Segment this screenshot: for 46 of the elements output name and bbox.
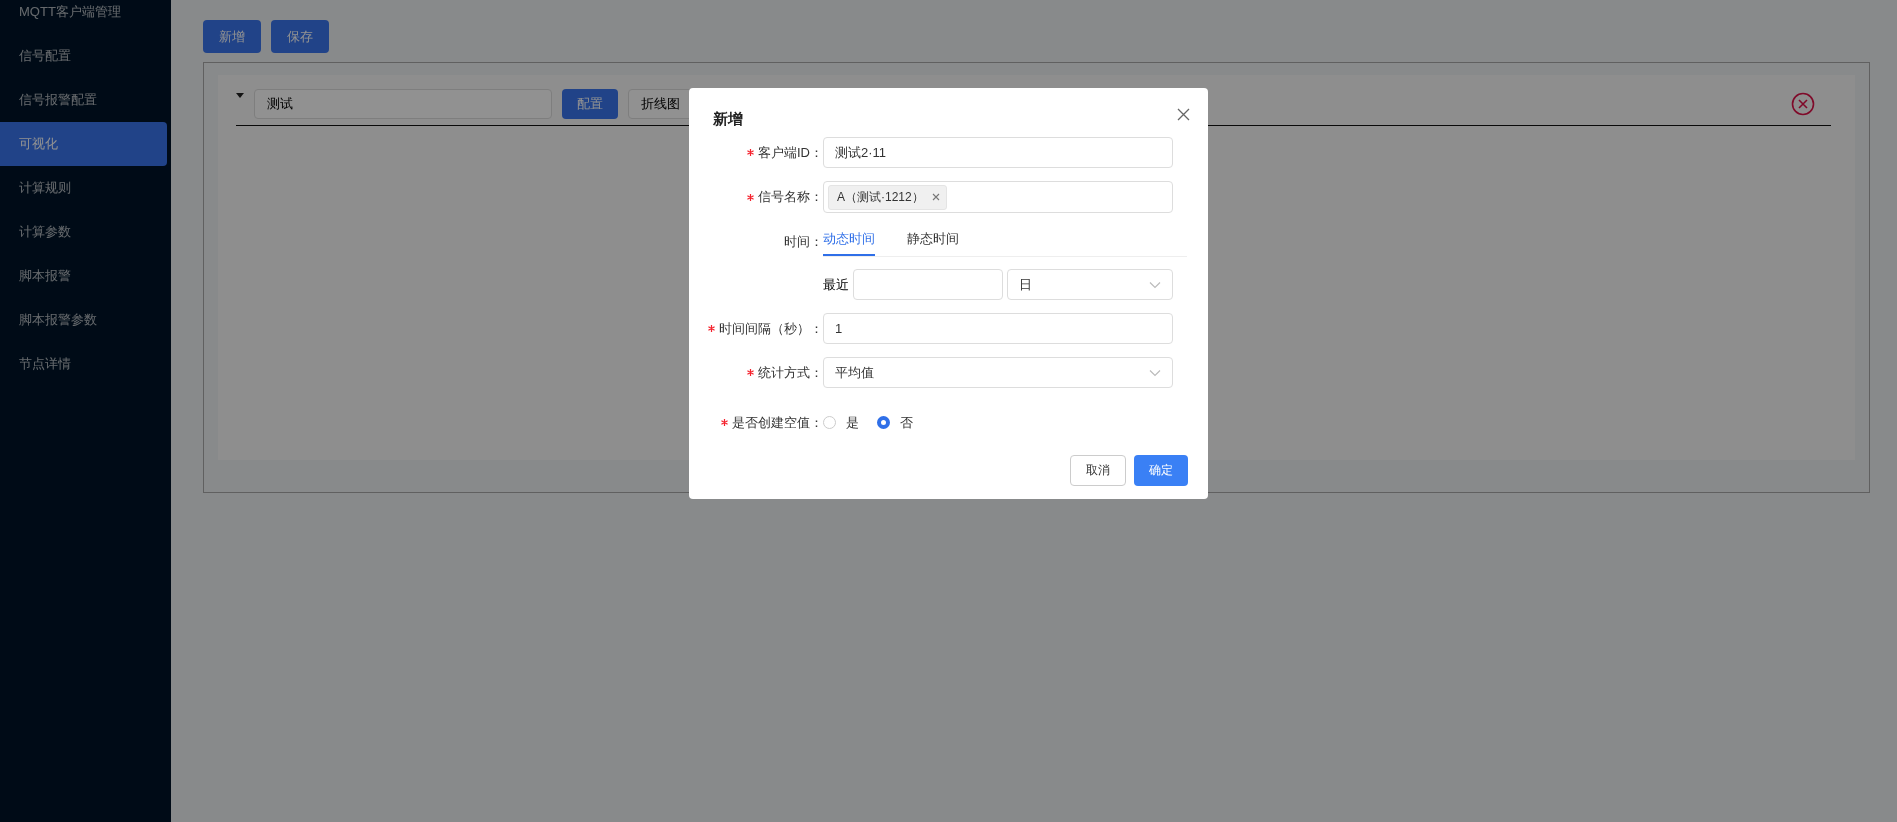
chevron-down-icon [1149, 280, 1161, 289]
field-label: 是否创建空值： [732, 413, 823, 432]
field-label: 客户端ID： [758, 143, 823, 162]
sidebar-item[interactable]: 可视化 [0, 122, 167, 166]
sidebar-item[interactable]: 信号配置 [0, 34, 167, 78]
field-label: 信号名称： [758, 188, 823, 206]
close-circle-icon[interactable] [1791, 92, 1815, 116]
sidebar-item[interactable]: 信号报警配置 [0, 78, 167, 122]
toolbar-button[interactable]: 保存 [271, 20, 329, 53]
confirm-button[interactable]: 确定 [1134, 455, 1188, 486]
radio-option[interactable]: 否 [877, 413, 913, 432]
dialog-title: 新增 [713, 110, 744, 129]
radio-icon[interactable] [877, 416, 890, 429]
config-button[interactable]: 配置 [562, 89, 618, 119]
time-tab[interactable]: 动态时间 [823, 230, 875, 256]
sidebar-item[interactable]: MQTT客户端管理 [0, 0, 167, 34]
sidebar-item[interactable]: 计算规则 [0, 166, 167, 210]
number-input[interactable] [853, 269, 1003, 300]
sidebar-item[interactable]: 脚本报警 [0, 254, 167, 298]
sidebar-item[interactable]: 脚本报警参数 [0, 298, 167, 342]
cancel-button[interactable]: 取消 [1070, 455, 1126, 486]
required-asterisk-icon [721, 419, 728, 426]
sidebar-item[interactable]: 计算参数 [0, 210, 167, 254]
text-input[interactable]: 测试2·11 [823, 137, 1173, 168]
text-input[interactable]: 1 [823, 313, 1173, 344]
close-icon[interactable] [1177, 108, 1190, 121]
sidebar-item[interactable]: 节点详情 [0, 342, 167, 386]
selected-tag: A（测试·1212） [828, 184, 947, 210]
chevron-down-icon [1149, 368, 1161, 377]
time-tab[interactable]: 静态时间 [907, 230, 959, 256]
required-asterisk-icon [747, 369, 754, 376]
field-label: 统计方式： [758, 363, 823, 382]
field-label: 时间间隔（秒）： [719, 319, 823, 338]
required-asterisk-icon [708, 325, 715, 332]
unit-select[interactable]: 日 [1007, 269, 1173, 300]
radio-option[interactable]: 是 [823, 413, 859, 432]
select-field[interactable]: 平均值 [823, 357, 1173, 388]
name-input[interactable]: 测试 [254, 89, 552, 119]
field-label: 时间： [784, 232, 823, 251]
required-asterisk-icon [747, 193, 754, 201]
field-label: 最近 [823, 275, 849, 294]
close-icon[interactable] [931, 193, 940, 201]
caret-down-icon[interactable] [236, 93, 244, 98]
multi-select-field[interactable]: A（测试·1212） [823, 181, 1173, 213]
toolbar-button[interactable]: 新增 [203, 20, 261, 53]
required-asterisk-icon [747, 149, 754, 156]
